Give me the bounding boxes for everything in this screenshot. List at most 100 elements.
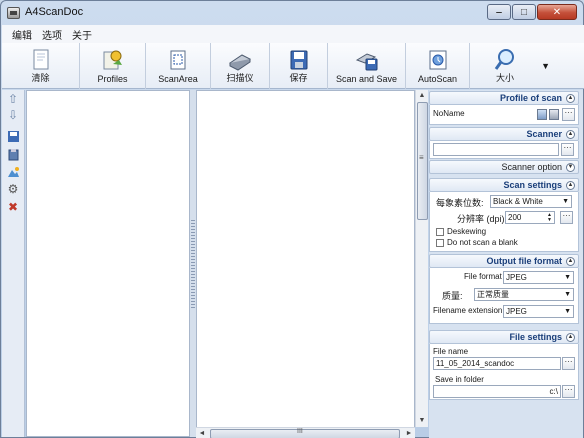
bpp-select[interactable]: Black & White ▼: [490, 195, 572, 208]
scroll-up-icon[interactable]: ▲: [416, 90, 428, 102]
close-button[interactable]: ✕: [537, 4, 577, 20]
scroll-down-icon[interactable]: ▼: [416, 415, 428, 427]
minimize-button[interactable]: ‒: [487, 4, 511, 20]
file-format-value: JPEG: [506, 273, 527, 282]
deskew-label: Deskewing: [447, 227, 487, 236]
scan-area-icon: [170, 50, 186, 70]
delete-icon[interactable]: ✖: [6, 200, 20, 214]
menu-about[interactable]: 关于: [70, 27, 94, 42]
folder-label: Save in folder: [435, 375, 484, 384]
menu-options[interactable]: 选项: [40, 27, 64, 42]
vertical-scroll-thumb[interactable]: [417, 102, 428, 220]
dpi-label: 分辨率 (dpi):: [457, 214, 508, 224]
main-toolbar: 清除 Profiles ScanArea 扫描仪 保存 Scan and Sav…: [2, 43, 584, 89]
file-settings-header[interactable]: File settings ▲: [429, 330, 579, 344]
scanner-option-header[interactable]: Scanner option ▼: [429, 160, 579, 174]
profile-save-icon[interactable]: [549, 109, 559, 120]
profile-name[interactable]: NoName: [431, 108, 533, 121]
scan-area-button[interactable]: ScanArea: [146, 43, 211, 89]
scanner-section-body: ···: [429, 141, 579, 159]
collapse-icon[interactable]: ▲: [566, 181, 575, 190]
zoom-icon: [494, 49, 514, 70]
ext-select[interactable]: JPEG ▼: [503, 305, 574, 318]
scanner-label: 扫描仪: [226, 73, 254, 83]
horizontal-scrollbar[interactable]: ◄ ►: [196, 427, 415, 438]
toolbar-dropdown-icon[interactable]: ▼: [541, 61, 550, 71]
save-button[interactable]: 保存: [270, 43, 328, 89]
save-page-icon[interactable]: [6, 130, 20, 144]
file-settings-body: File name 11_05_2014_scandoc ··· Save in…: [429, 344, 579, 400]
scan-and-save-button[interactable]: Scan and Save: [328, 43, 406, 89]
collapse-icon[interactable]: ▲: [566, 257, 575, 266]
skip-blank-checkbox[interactable]: [436, 239, 444, 247]
expand-icon[interactable]: ▼: [566, 163, 575, 172]
scroll-left-icon[interactable]: ◄: [196, 428, 208, 438]
dpi-value: 200: [508, 213, 522, 222]
dpi-more-button[interactable]: ···: [560, 211, 573, 224]
file-settings-title: File settings: [509, 332, 562, 342]
thumbnail-pane[interactable]: [26, 90, 190, 437]
close-icon: ✕: [552, 7, 562, 18]
profiles-label: Profiles: [97, 74, 128, 84]
title-bar[interactable]: A4ScanDoc ‒ □ ✕: [1, 1, 583, 25]
collapse-icon[interactable]: ▲: [566, 333, 575, 342]
profile-section-body: NoName ···: [429, 105, 579, 125]
scan-and-save-icon: [355, 53, 377, 71]
clear-document-icon: [33, 49, 48, 70]
menu-edit[interactable]: 编辑: [10, 27, 34, 42]
save-icon: [290, 50, 307, 70]
profile-more-button[interactable]: ···: [562, 108, 575, 121]
scanner-field[interactable]: [433, 143, 559, 156]
file-name-input[interactable]: 11_05_2014_scandoc: [433, 357, 561, 370]
stepper-arrows-icon[interactable]: ▲ ▼: [547, 213, 552, 223]
profile-book-icon[interactable]: [537, 109, 547, 120]
profiles-button[interactable]: Profiles: [80, 43, 146, 89]
save-label: 保存: [289, 73, 308, 83]
collapse-icon[interactable]: ▲: [566, 94, 575, 103]
scroll-right-icon[interactable]: ►: [403, 428, 415, 438]
window-title: A4ScanDoc: [25, 6, 84, 18]
preview-pane[interactable]: [196, 90, 415, 437]
horizontal-scroll-thumb[interactable]: [210, 428, 400, 438]
bpp-value: Black & White: [493, 197, 543, 206]
collapse-icon[interactable]: ▲: [566, 130, 575, 139]
autoscan-button[interactable]: AutoScan: [406, 43, 470, 89]
zoom-button[interactable]: 大小: [470, 43, 540, 89]
scan-settings-header[interactable]: Scan settings ▲: [429, 178, 579, 192]
profile-section-header[interactable]: Profile of scan ▲: [429, 91, 579, 105]
settings-icon[interactable]: ⚙: [6, 182, 20, 196]
clear-button[interactable]: 清除: [2, 43, 80, 89]
splitter-grip[interactable]: [191, 220, 195, 310]
chevron-down-icon: ▼: [562, 198, 569, 205]
zoom-label: 大小: [495, 73, 514, 83]
menu-bar: 编辑 选项 关于: [2, 25, 584, 43]
settings-panel: Profile of scan ▲ NoName ··· Scanner ▲ ·…: [429, 90, 583, 438]
minimize-icon: ‒: [496, 7, 502, 18]
page-tools-bar: ⇧ ⇩ ⚙ ✖: [2, 90, 25, 437]
scanner-section-title: Scanner: [526, 129, 562, 139]
profiles-icon: [103, 50, 122, 70]
scanner-more-button[interactable]: ···: [561, 143, 574, 156]
app-window: A4ScanDoc ‒ □ ✕ 编辑 选项 关于 清除 Profiles Sca…: [0, 0, 584, 438]
file-format-select[interactable]: JPEG ▼: [503, 271, 574, 284]
file-name-more-button[interactable]: ···: [562, 357, 575, 370]
folder-input[interactable]: c:\: [433, 385, 561, 398]
maximize-button[interactable]: □: [512, 4, 536, 20]
scanner-option-title: Scanner option: [501, 162, 562, 172]
ext-value: JPEG: [506, 307, 527, 316]
scanner-section-header[interactable]: Scanner ▲: [429, 127, 579, 141]
dpi-stepper[interactable]: 200 ▲ ▼: [505, 211, 555, 224]
folder-browse-button[interactable]: ···: [562, 385, 575, 398]
chevron-down-icon: ▼: [564, 291, 571, 298]
quality-value: 正常质量: [477, 290, 509, 299]
vertical-scrollbar[interactable]: ▲ ▼: [415, 90, 428, 427]
move-up-icon[interactable]: ⇧: [6, 92, 20, 106]
file-name-label: File name: [433, 347, 469, 356]
clipboard-icon[interactable]: [6, 148, 20, 162]
scanner-button[interactable]: 扫描仪: [211, 43, 270, 89]
output-format-header[interactable]: Output file format ▲: [429, 254, 579, 268]
move-down-icon[interactable]: ⇩: [6, 108, 20, 122]
deskew-checkbox[interactable]: [436, 228, 444, 236]
quality-select[interactable]: 正常质量 ▼: [474, 288, 574, 301]
image-icon[interactable]: [6, 166, 20, 180]
